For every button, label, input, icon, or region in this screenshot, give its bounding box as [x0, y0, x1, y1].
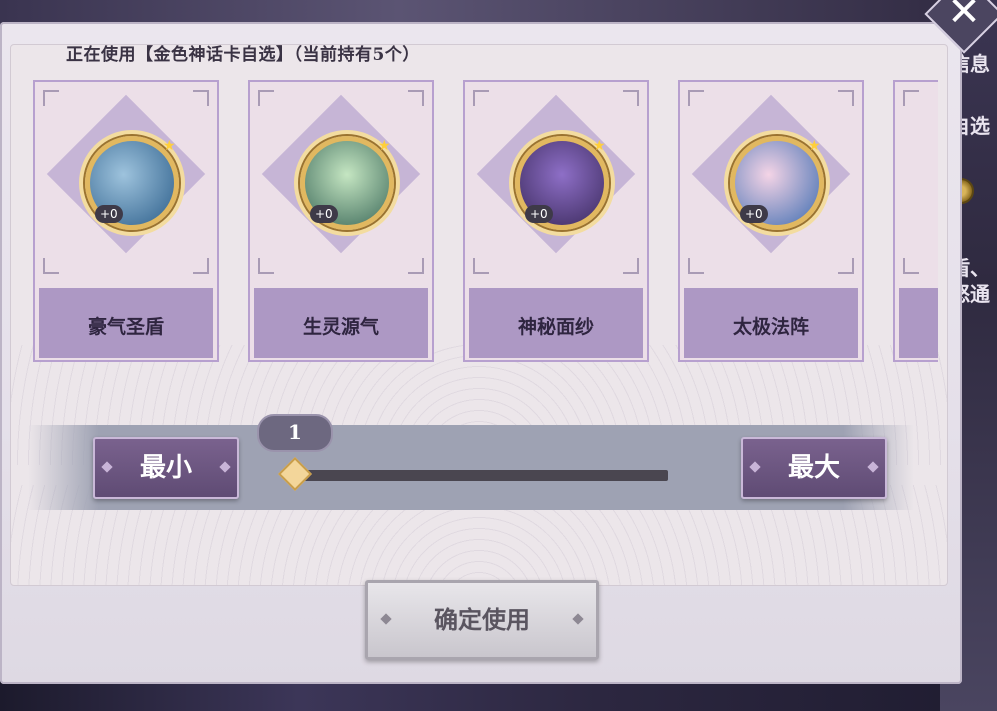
card-item[interactable]: ★ +0 豪气圣盾: [33, 80, 219, 362]
level-badge: +0: [95, 205, 123, 223]
background-bottom: [0, 680, 997, 711]
ornament-dot: [219, 461, 231, 473]
star-icon: ★: [593, 138, 606, 154]
card-label-bar: [899, 288, 938, 358]
corner-ornament: [43, 90, 59, 106]
confirm-use-button[interactable]: 确定使用: [365, 580, 599, 660]
slider-value-bubble: 1: [257, 414, 333, 452]
card-name: 生灵源气: [302, 316, 379, 338]
corner-ornament: [408, 258, 424, 274]
corner-ornament: [258, 90, 274, 106]
level-badge: +0: [525, 205, 553, 223]
level-badge: +0: [310, 205, 338, 223]
card-name: 豪气圣盾: [87, 316, 164, 338]
star-icon: ★: [378, 138, 391, 154]
corner-ornament: [408, 90, 424, 106]
slider-track[interactable]: [290, 470, 668, 481]
corner-ornament: [838, 258, 854, 274]
card-name: 神秘面纱: [517, 316, 594, 338]
card-item[interactable]: ★ +0 神秘面纱: [463, 80, 649, 362]
corner-ornament: [473, 258, 489, 274]
card-name: 太极法阵: [732, 316, 809, 338]
min-button-label: 最小: [139, 453, 192, 483]
corner-ornament: [43, 258, 59, 274]
corner-ornament: [623, 90, 639, 106]
card-item-partial[interactable]: [893, 80, 938, 362]
corner-ornament: [688, 258, 704, 274]
ornament-dot: [572, 613, 584, 625]
corner-ornament: [903, 90, 919, 106]
card-label-bar: 太极法阵: [684, 288, 858, 358]
card-label-bar: 神秘面纱: [469, 288, 643, 358]
confirm-use-label: 确定使用: [434, 605, 530, 634]
ornament-dot: [749, 461, 761, 473]
min-button[interactable]: 最小: [93, 437, 239, 499]
max-button-label: 最大: [787, 453, 840, 483]
corner-ornament: [473, 90, 489, 106]
corner-ornament: [193, 90, 209, 106]
corner-ornament: [838, 90, 854, 106]
corner-ornament: [688, 90, 704, 106]
corner-ornament: [258, 258, 274, 274]
star-icon: ★: [808, 138, 821, 154]
ornament-dot: [867, 461, 879, 473]
star-icon: ★: [163, 138, 176, 154]
corner-ornament: [623, 258, 639, 274]
card-item[interactable]: ★ +0 生灵源气: [248, 80, 434, 362]
card-item[interactable]: ★ +0 太极法阵: [678, 80, 864, 362]
ornament-dot: [380, 613, 392, 625]
card-label-bar: 生灵源气: [254, 288, 428, 358]
ornament-dot: [101, 461, 113, 473]
card-list[interactable]: ★ +0 豪气圣盾 ★ +0 生灵源气 ★ +0 神秘面纱 ★ +0 太极法阵: [33, 78, 938, 368]
corner-ornament: [193, 258, 209, 274]
close-icon[interactable]: ✕: [940, 0, 988, 36]
max-button[interactable]: 最大: [741, 437, 887, 499]
corner-ornament: [903, 258, 919, 274]
card-label-bar: 豪气圣盾: [39, 288, 213, 358]
usage-header: 正在使用【金色神话卡自选】（当前持有5个）: [66, 45, 420, 65]
level-badge: +0: [740, 205, 768, 223]
